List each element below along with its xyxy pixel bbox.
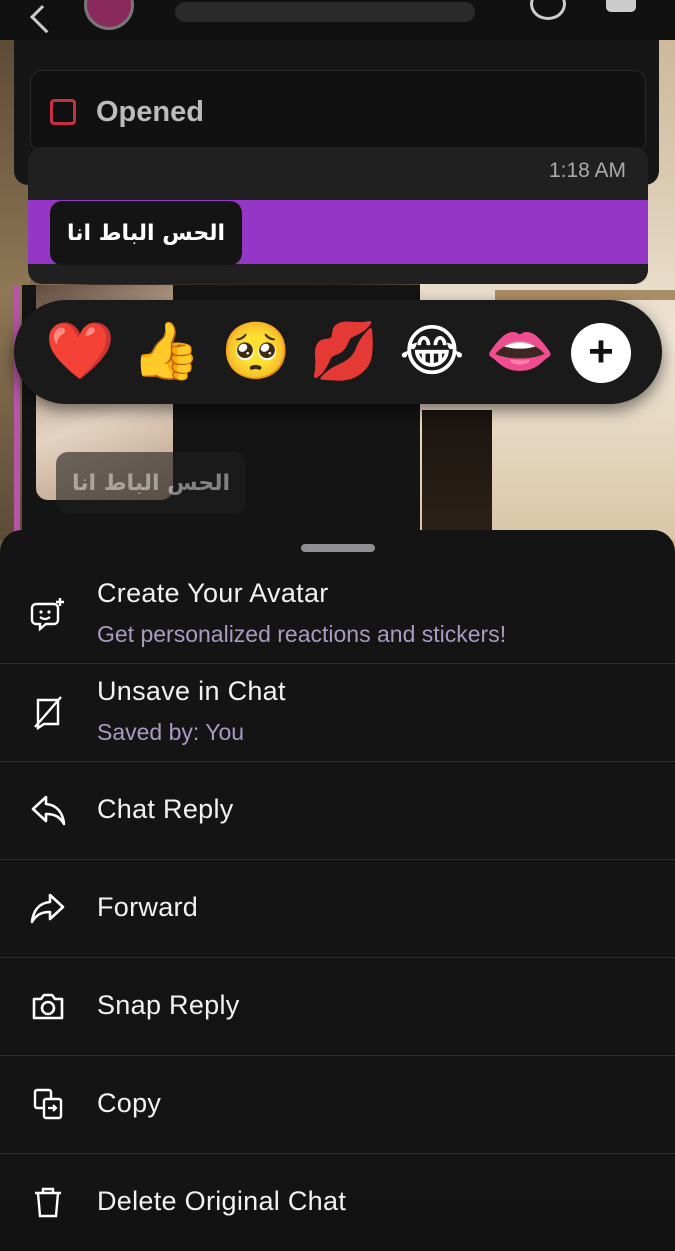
lips-emoji-icon[interactable]: 👄	[480, 312, 560, 392]
forward-arrow-icon	[30, 893, 65, 924]
snap-caption: الحس الباط انا	[56, 452, 246, 514]
menu-unsave-title: Unsave in Chat	[97, 676, 286, 706]
menu-create-avatar-title: Create Your Avatar	[97, 578, 329, 608]
chat-header	[0, 0, 675, 40]
pleading-face-emoji-icon[interactable]: 🥺	[216, 312, 296, 392]
copy-icon	[33, 1088, 63, 1120]
menu-unsave-subtitle: Saved by: You	[97, 719, 245, 745]
menu-chat-reply-title: Chat Reply	[97, 794, 234, 824]
background-molding	[495, 290, 675, 300]
back-arrow-icon[interactable]	[30, 4, 59, 34]
opened-status-label: Opened	[96, 96, 204, 128]
unsave-icon	[34, 696, 62, 730]
friend-avatar[interactable]	[84, 0, 134, 30]
phone-call-icon[interactable]	[530, 0, 566, 20]
avatar-sticker-icon	[30, 598, 64, 632]
tears-of-joy-emoji-icon[interactable]: 😂	[392, 312, 472, 392]
menu-snap-reply[interactable]: Snap Reply	[0, 957, 675, 1056]
message-bubble[interactable]: الحس الباط انا	[50, 201, 242, 265]
friend-name-redacted	[175, 2, 475, 22]
menu-snap-reply-title: Snap Reply	[97, 990, 240, 1020]
menu-unsave[interactable]: Unsave in Chat Saved by: You	[0, 663, 675, 762]
sheet-grab-handle[interactable]	[301, 544, 375, 552]
menu-delete[interactable]: Delete Original Chat	[0, 1153, 675, 1251]
camera-icon	[32, 993, 64, 1020]
background-door	[422, 410, 492, 540]
menu-delete-title: Delete Original Chat	[97, 1186, 347, 1216]
menu-copy[interactable]: Copy	[0, 1055, 675, 1154]
more-reactions-button[interactable]: +	[571, 323, 631, 383]
menu-copy-title: Copy	[97, 1088, 162, 1118]
menu-create-avatar-subtitle: Get personalized reactions and stickers!	[97, 621, 507, 647]
menu-create-avatar[interactable]: Create Your Avatar Get personalized reac…	[0, 565, 675, 664]
thumbs-up-emoji-icon[interactable]: 👍	[126, 312, 206, 392]
reply-accent-bar	[14, 285, 20, 535]
opened-status-icon	[50, 99, 76, 125]
reply-arrow-icon	[31, 795, 66, 826]
trash-icon	[35, 1187, 61, 1218]
menu-forward[interactable]: Forward	[0, 859, 675, 958]
menu-forward-title: Forward	[97, 892, 199, 922]
menu-chat-reply[interactable]: Chat Reply	[0, 761, 675, 860]
kiss-mark-emoji-icon[interactable]: 💋	[304, 312, 384, 392]
message-timestamp: 1:18 AM	[548, 159, 626, 182]
video-call-icon[interactable]	[606, 0, 636, 12]
red-heart-emoji-icon[interactable]: ❤️	[40, 312, 120, 392]
